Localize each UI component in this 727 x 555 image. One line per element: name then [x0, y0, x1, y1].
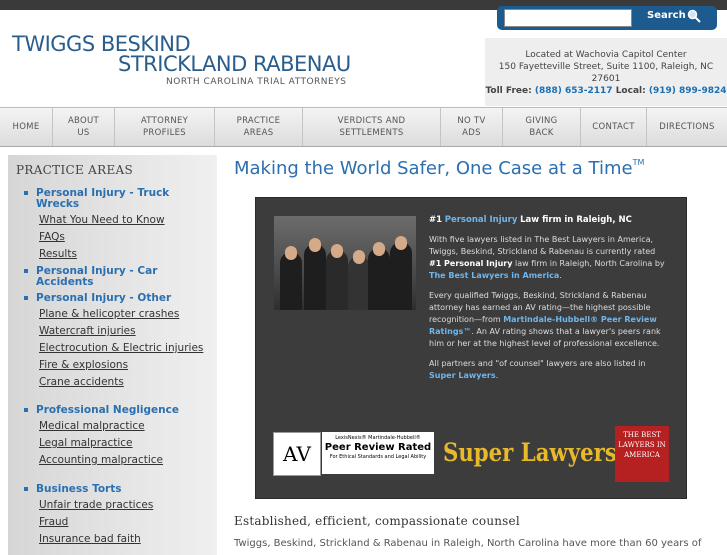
feature-text: #1 Personal Injury Law firm in Raleigh, …	[429, 214, 669, 390]
phone-numbers: Toll Free: (888) 653-2117 Local: (919) 8…	[485, 85, 727, 97]
person-head	[309, 238, 321, 252]
trademark-mark: TM	[632, 158, 645, 167]
page-title: Making the World Safer, One Case at a Ti…	[234, 158, 645, 179]
section-heading: Established, efficient, compassionate co…	[234, 514, 520, 528]
attorneys-photo	[274, 216, 416, 310]
nav-contact[interactable]: CONTACT	[581, 108, 647, 146]
sidebar-item-fire[interactable]: Fire & explosions	[39, 359, 128, 371]
sidebar-item-what-to-know[interactable]: What You Need to Know	[39, 214, 165, 226]
location-text: Located at Wachovia Capitol Center	[525, 50, 687, 60]
toll-free-label: Toll Free:	[485, 86, 532, 96]
bullet-icon	[24, 269, 28, 273]
search-input[interactable]	[504, 9, 632, 27]
sidebar-item-watercraft[interactable]: Watercraft injuries	[39, 325, 136, 337]
bullet-icon	[24, 487, 28, 491]
bullet-icon	[24, 296, 28, 300]
person-figure	[390, 242, 412, 310]
nav-verdicts[interactable]: VERDICTS AND SETTLEMENTS	[303, 108, 441, 146]
sidebar-item-plane-crashes[interactable]: Plane & helicopter crashes	[39, 308, 179, 320]
person-figure	[304, 244, 326, 310]
sidebar-item-fraud[interactable]: Fraud	[39, 516, 68, 528]
sidebar-item-insurance-bad-faith[interactable]: Insurance bad faith	[39, 533, 141, 545]
person-figure	[368, 248, 390, 310]
bullet-icon	[24, 408, 28, 412]
award-badges: AV LexisNexis® Martindale-Hubbell® Peer …	[273, 426, 673, 482]
toll-free-number[interactable]: (888) 653-2117	[535, 86, 613, 96]
nav-home[interactable]: HOME	[0, 108, 53, 146]
sidebar-title: PRACTICE AREAS	[16, 163, 134, 177]
person-head	[395, 236, 407, 250]
super-lawyers-link[interactable]: Super Lawyers	[429, 371, 496, 380]
main-nav: HOME ABOUT US ATTORNEY PROFILES PRACTICE…	[0, 107, 727, 147]
super-lawyers-badge[interactable]: Super Lawyers	[443, 432, 617, 474]
feature-headline: #1 Personal Injury Law firm in Raleigh, …	[429, 215, 632, 225]
feature-box: #1 Personal Injury Law firm in Raleigh, …	[255, 197, 687, 499]
search-bar: Search	[497, 6, 717, 30]
sidebar-item-unfair-trade[interactable]: Unfair trade practices	[39, 499, 153, 511]
address-text: 150 Fayetteville Street, Suite 1100, Ral…	[498, 62, 714, 84]
sidebar-item-electrocution[interactable]: Electrocution & Electric injuries	[39, 342, 203, 354]
contact-box: Located at Wachovia Capitol Center 150 F…	[485, 38, 727, 106]
body-text: Twiggs, Beskind, Strickland & Rabenau in…	[234, 538, 702, 549]
feature-paragraph-2: Every qualified Twiggs, Beskind, Strickl…	[429, 291, 661, 348]
sidebar-item-crane[interactable]: Crane accidents	[39, 376, 124, 388]
best-lawyers-link[interactable]: The Best Lawyers in America	[429, 271, 559, 280]
sidebar-item-faqs[interactable]: FAQs	[39, 231, 65, 243]
sidebar-item-legal-malpractice[interactable]: Legal malpractice	[39, 437, 133, 449]
sidebar-item-business-torts[interactable]: Business Torts	[24, 483, 122, 495]
sidebar-item-personal-injury-car-cont[interactable]: Accidents	[36, 276, 94, 288]
person-figure	[280, 252, 302, 310]
sidebar-item-personal-injury-truck-cont[interactable]: Wrecks	[36, 198, 79, 210]
sidebar-item-personal-injury-other[interactable]: Personal Injury - Other	[24, 292, 171, 304]
nav-practice-areas[interactable]: PRACTICE AREAS	[215, 108, 303, 146]
logo-line-2: STRICKLAND RABENAU	[118, 52, 351, 76]
sidebar-item-results[interactable]: Results	[39, 248, 77, 260]
personal-injury-link[interactable]: Personal Injury	[445, 215, 518, 225]
person-head	[353, 250, 365, 264]
martindale-badge[interactable]: LexisNexis® Martindale-Hubbell® Peer Rev…	[322, 432, 434, 474]
search-icon[interactable]	[687, 9, 701, 23]
nav-no-tv-ads[interactable]: NO TV ADS	[441, 108, 503, 146]
nav-giving-back[interactable]: GIVING BACK	[503, 108, 581, 146]
sidebar-item-professional-negligence[interactable]: Professional Negligence	[24, 404, 179, 416]
sidebar: PRACTICE AREAS Personal Injury - Truck W…	[8, 155, 217, 555]
nav-directions[interactable]: DIRECTIONS	[647, 108, 727, 146]
av-rating-badge[interactable]: AV	[273, 432, 321, 476]
nav-about-us[interactable]: ABOUT US	[53, 108, 115, 146]
person-figure	[348, 256, 370, 310]
local-label: Local:	[615, 86, 646, 96]
bullet-icon	[24, 191, 28, 195]
nav-attorney-profiles[interactable]: ATTORNEY PROFILES	[115, 108, 215, 146]
person-head	[373, 242, 385, 256]
feature-paragraph-1: With five lawyers listed in The Best Law…	[429, 235, 665, 280]
local-number[interactable]: (919) 899-9824	[649, 86, 727, 96]
feature-paragraph-3: All partners and "of counsel" lawyers ar…	[429, 359, 646, 380]
sidebar-item-accounting-malpractice[interactable]: Accounting malpractice	[39, 454, 163, 466]
search-button[interactable]: Search	[647, 10, 686, 21]
person-head	[285, 246, 297, 260]
best-lawyers-badge[interactable]: THE BEST LAWYERS IN AMERICA	[615, 426, 669, 482]
sidebar-item-medical-malpractice[interactable]: Medical malpractice	[39, 420, 145, 432]
person-figure	[326, 250, 348, 310]
logo-tagline: NORTH CAROLINA TRIAL ATTORNEYS	[166, 77, 347, 87]
person-head	[331, 244, 343, 258]
